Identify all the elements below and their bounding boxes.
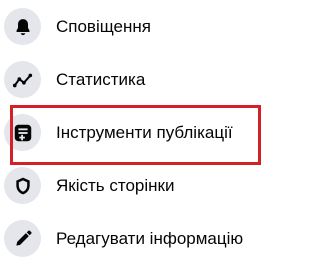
menu-item-label: Редагувати інформацію [56, 229, 244, 248]
pencil-icon [4, 220, 41, 257]
menu-item-label: Якість сторінки [56, 176, 175, 195]
menu-item-label: Інструменти публікації [56, 123, 233, 142]
trend-line-icon [4, 61, 41, 98]
shield-icon [4, 167, 41, 204]
menu-item-label: Сповіщення [56, 17, 151, 36]
bell-icon [4, 8, 41, 45]
menu-item-page-quality[interactable]: Якість сторінки [0, 159, 334, 211]
menu-item-label: Статистика [56, 70, 146, 89]
menu-item-edit-info[interactable]: Редагувати інформацію [0, 212, 334, 264]
page-menu: Сповіщення Статистика Інструменти публік… [0, 0, 334, 270]
menu-item-notifications[interactable]: Сповіщення [0, 0, 334, 52]
menu-item-publishing-tools[interactable]: Інструменти публікації [0, 106, 334, 158]
menu-item-statistics[interactable]: Статистика [0, 53, 334, 105]
publishing-tools-icon [4, 114, 41, 151]
